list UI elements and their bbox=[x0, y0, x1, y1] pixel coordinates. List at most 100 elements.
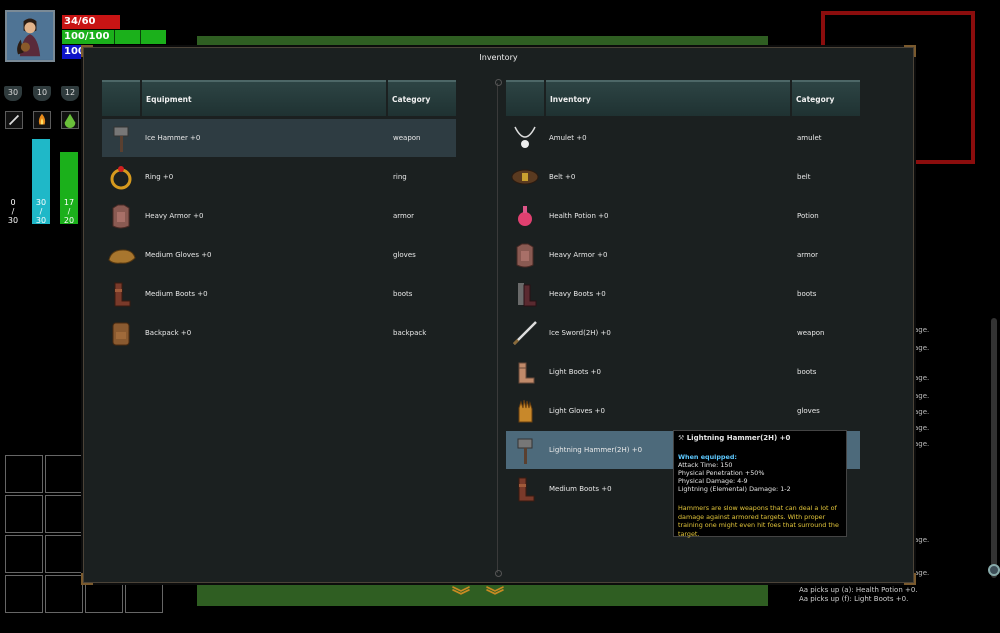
resource-bar-value: 17 bbox=[63, 198, 75, 207]
hotbar-slot[interactable] bbox=[5, 535, 43, 573]
log-fragment: age. bbox=[914, 326, 930, 334]
gloves-icon bbox=[102, 236, 140, 274]
armor-icon bbox=[506, 236, 544, 274]
potion-icon bbox=[506, 197, 544, 235]
inventory-item-name: Light Gloves +0 bbox=[549, 407, 605, 415]
log-line: Aa picks up (a): Health Potion +0. bbox=[799, 586, 918, 594]
sword-icon bbox=[506, 314, 544, 352]
hotbar-slot[interactable] bbox=[45, 575, 83, 613]
inventory-item-name: Health Potion +0 bbox=[549, 212, 609, 220]
equipment-row[interactable]: Ice Hammer +0 weapon bbox=[102, 119, 456, 157]
icon-column-header bbox=[102, 80, 140, 116]
hotbar-slot[interactable] bbox=[45, 455, 83, 493]
armor-icon bbox=[102, 197, 140, 235]
ring-icon bbox=[102, 158, 140, 196]
equipment-item-name: Backpack +0 bbox=[145, 329, 192, 337]
light-boots-icon bbox=[506, 353, 544, 391]
icon-column-header bbox=[506, 80, 544, 116]
resource-bar-value: 30 bbox=[35, 216, 47, 225]
inventory-item-name: Amulet +0 bbox=[549, 134, 587, 142]
resource-bar-value: 30 bbox=[7, 216, 19, 225]
world-grass-bottom bbox=[197, 584, 768, 606]
resource-bar-value: 0 bbox=[10, 198, 16, 207]
backpack-icon bbox=[102, 314, 140, 352]
equipment-row[interactable]: Heavy Armor +0 armor bbox=[102, 197, 456, 235]
poison-skill-icon[interactable] bbox=[61, 111, 79, 129]
inventory-item-name: Belt +0 bbox=[549, 173, 576, 181]
hotbar-slot[interactable] bbox=[5, 575, 43, 613]
resource-bar-label: 0/30 bbox=[4, 198, 22, 225]
inventory-row[interactable]: Light Gloves +0 gloves bbox=[506, 392, 860, 430]
tooltip-stat: Attack Time: 150 bbox=[678, 461, 733, 469]
inventory-item-name: Medium Boots +0 bbox=[549, 485, 612, 493]
window-title: Inventory bbox=[479, 53, 518, 62]
resource-bar-label: 17/20 bbox=[60, 198, 78, 225]
inventory-item-category: armor bbox=[797, 251, 819, 259]
equipment-item-name: Medium Gloves +0 bbox=[145, 251, 212, 259]
health-bar: 34/60 bbox=[62, 15, 120, 29]
resource-bar-value: 30 bbox=[35, 198, 47, 207]
hotbar-slot[interactable] bbox=[45, 535, 83, 573]
inventory-row[interactable]: Light Boots +0 boots bbox=[506, 353, 860, 391]
log-fragment: age. bbox=[914, 344, 930, 352]
equipment-item-name: Heavy Armor +0 bbox=[145, 212, 204, 220]
tooltip-description: Hammers are slow weapons that can deal a… bbox=[678, 504, 839, 538]
category-column-header[interactable]: Category bbox=[792, 80, 860, 116]
log-fragment: age. bbox=[914, 536, 930, 544]
frame-corner bbox=[81, 45, 93, 57]
hotbar-slot[interactable] bbox=[5, 495, 43, 533]
inventory-row[interactable]: Belt +0 belt bbox=[506, 158, 860, 196]
light-gloves-icon bbox=[506, 392, 544, 430]
equipment-column-header[interactable]: Equipment bbox=[142, 80, 386, 116]
equipment-item-name: Ice Hammer +0 bbox=[145, 134, 201, 142]
armor-badge: 30 bbox=[4, 86, 22, 101]
stamina-segment bbox=[114, 30, 140, 44]
equipment-row[interactable]: Backpack +0 backpack bbox=[102, 314, 456, 352]
item-tooltip: ⚒ Lightning Hammer(2H) +0 When equipped:… bbox=[673, 430, 847, 538]
inventory-item-name: Heavy Armor +0 bbox=[549, 251, 608, 259]
sword-skill-icon[interactable] bbox=[5, 111, 23, 129]
equipment-row[interactable]: Ring +0 ring bbox=[102, 158, 456, 196]
hammer-icon bbox=[506, 431, 544, 469]
heavy-boots-icon bbox=[506, 275, 544, 313]
equipment-item-category: gloves bbox=[393, 251, 416, 259]
log-fragment: age. bbox=[914, 440, 930, 448]
log-fragment: age. bbox=[914, 424, 930, 432]
inventory-row[interactable]: Heavy Armor +0 armor bbox=[506, 236, 860, 274]
character-portrait[interactable] bbox=[5, 10, 55, 62]
inventory-item-category: gloves bbox=[797, 407, 820, 415]
hammer-icon: ⚒ bbox=[678, 434, 685, 442]
log-scroll-knob[interactable] bbox=[988, 564, 1000, 576]
equipment-row[interactable]: Medium Gloves +0 gloves bbox=[102, 236, 456, 274]
boots-icon bbox=[102, 275, 140, 313]
equipment-item-name: Ring +0 bbox=[145, 173, 174, 181]
inventory-column-header[interactable]: Inventory bbox=[546, 80, 790, 116]
equipment-row[interactable]: Medium Boots +0 boots bbox=[102, 275, 456, 313]
tooltip-title-text: Lightning Hammer(2H) +0 bbox=[686, 434, 791, 442]
fire-skill-icon[interactable] bbox=[33, 111, 51, 129]
tooltip-when-equipped: When equipped: bbox=[678, 453, 737, 461]
tooltip-stat: Physical Damage: 4-9 bbox=[678, 477, 748, 485]
resource-bar-value: / bbox=[39, 207, 43, 216]
log-fragment: age. bbox=[914, 408, 930, 416]
resource-bar-value: / bbox=[67, 207, 71, 216]
armor-badge: 12 bbox=[61, 86, 79, 101]
chevron-down-icon: ︾ bbox=[486, 586, 504, 607]
log-fragment: age. bbox=[914, 392, 930, 400]
inventory-row[interactable]: Health Potion +0 Potion bbox=[506, 197, 860, 235]
stamina-segment bbox=[140, 30, 166, 44]
hotbar-slot[interactable] bbox=[45, 495, 83, 533]
hotbar-slot[interactable] bbox=[5, 455, 43, 493]
inventory-row[interactable]: Amulet +0 amulet bbox=[506, 119, 860, 157]
equipment-item-category: armor bbox=[393, 212, 415, 220]
inventory-row[interactable]: Ice Sword(2H) +0 weapon bbox=[506, 314, 860, 352]
log-line: Aa picks up (f): Light Boots +0. bbox=[799, 595, 909, 603]
frame-corner bbox=[904, 45, 916, 57]
category-column-header[interactable]: Category bbox=[388, 80, 456, 116]
inventory-item-name: Heavy Boots +0 bbox=[549, 290, 606, 298]
inventory-row[interactable]: Heavy Boots +0 boots bbox=[506, 275, 860, 313]
inventory-item-category: weapon bbox=[797, 329, 825, 337]
hammer-icon bbox=[102, 119, 140, 157]
inventory-item-category: Potion bbox=[797, 212, 819, 220]
log-scrollbar[interactable] bbox=[991, 318, 997, 578]
